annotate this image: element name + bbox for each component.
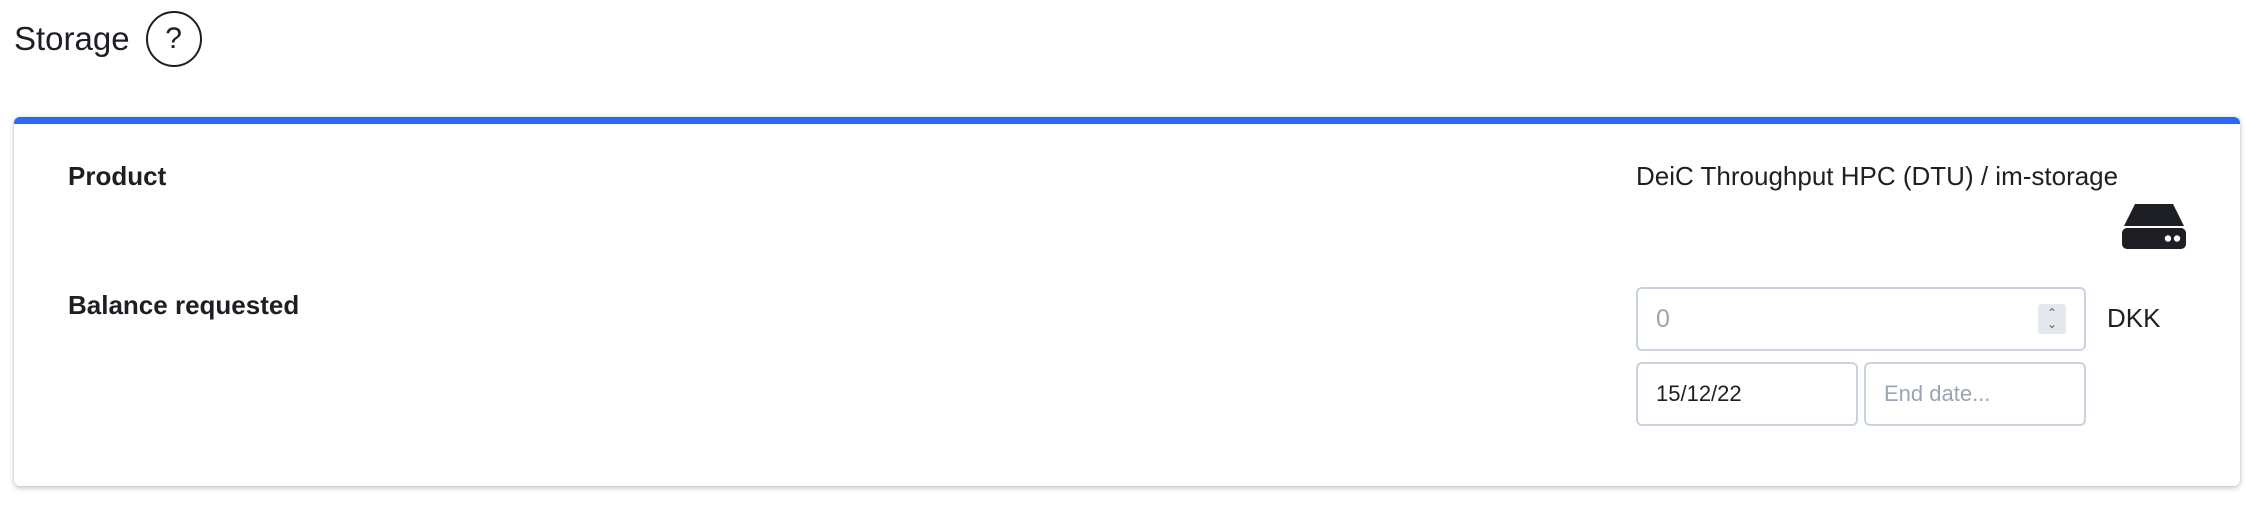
section-title: Storage xyxy=(14,20,130,57)
help-icon[interactable]: ? xyxy=(145,11,202,67)
balance-requested-label: Balance requested xyxy=(68,290,300,320)
storage-request-card: Product DeiC Throughput HPC (DTU) / im-s… xyxy=(14,117,2240,486)
balance-amount-input[interactable] xyxy=(1656,304,2038,334)
end-date-input[interactable] xyxy=(1884,381,2066,407)
product-label: Product xyxy=(68,161,167,191)
start-date-input[interactable] xyxy=(1656,381,1838,407)
currency-label: DKK xyxy=(2107,303,2161,333)
section-header: Storage ? xyxy=(14,10,202,68)
product-name: DeiC Throughput HPC (DTU) / im-storage xyxy=(1636,161,2119,191)
hard-drive-icon xyxy=(2122,204,2186,249)
number-stepper-icon[interactable]: ⌃ ⌄ xyxy=(2038,304,2066,334)
card-accent-bar xyxy=(14,117,2240,124)
end-date-field[interactable] xyxy=(1864,362,2086,426)
start-date-field[interactable] xyxy=(1636,362,1858,426)
balance-amount-field[interactable]: ⌃⌄ xyxy=(1636,287,2086,351)
